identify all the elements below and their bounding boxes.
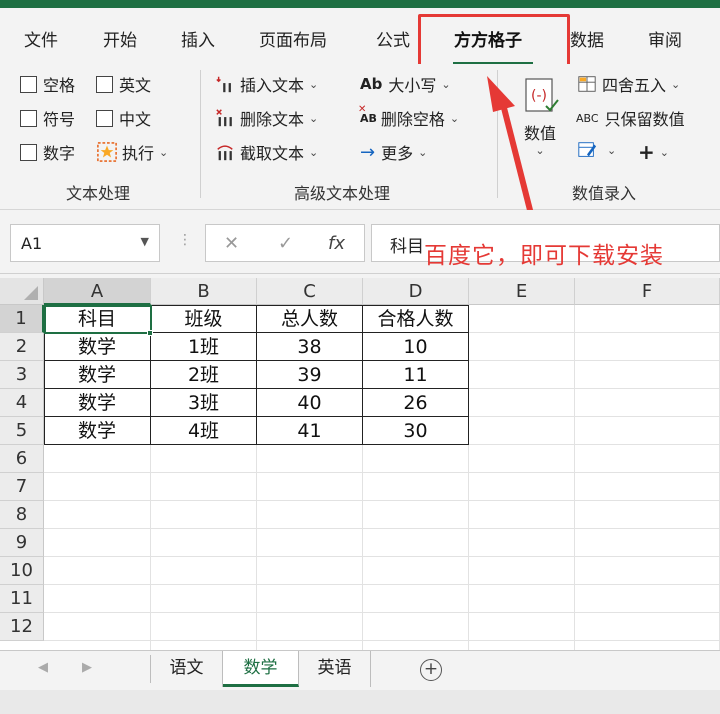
row-header[interactable]: 2 xyxy=(0,333,44,361)
drag-handle-icon: ⋮ xyxy=(178,232,192,248)
name-box[interactable]: A1 ▼ xyxy=(10,224,160,262)
sheet-tab-chinese[interactable]: 语文 xyxy=(151,651,223,687)
table-cell[interactable]: 3班 xyxy=(151,389,257,417)
column-header[interactable]: B xyxy=(151,278,257,305)
select-all-corner[interactable] xyxy=(0,278,44,305)
row-header[interactable]: 4 xyxy=(0,389,44,417)
cancel-icon[interactable]: ✕ xyxy=(224,233,239,254)
column-header[interactable]: A xyxy=(44,278,151,305)
column-header[interactable]: E xyxy=(469,278,575,305)
row-header[interactable]: 10 xyxy=(0,557,44,585)
add-sheet-icon[interactable]: + xyxy=(420,659,442,681)
gridline xyxy=(44,612,720,613)
table-cell[interactable]: 30 xyxy=(363,417,469,445)
row-header[interactable]: 9 xyxy=(0,529,44,557)
gridline xyxy=(574,305,575,650)
table-cell[interactable]: 4班 xyxy=(151,417,257,445)
table-cell[interactable]: 26 xyxy=(363,389,469,417)
row-header[interactable]: 1 xyxy=(0,305,44,333)
table-cell[interactable]: 数学 xyxy=(44,417,151,445)
table-cell[interactable]: 41 xyxy=(257,417,363,445)
status-bar xyxy=(0,690,720,714)
row-header[interactable]: 12 xyxy=(0,613,44,641)
sheet-tab-english[interactable]: 英语 xyxy=(299,651,371,687)
active-cell-outline xyxy=(44,305,152,334)
fill-handle[interactable] xyxy=(147,330,153,336)
header-cell[interactable]: 总人数 xyxy=(257,305,363,333)
column-header[interactable]: F xyxy=(575,278,720,305)
header-cell[interactable]: 班级 xyxy=(151,305,257,333)
next-sheet-icon[interactable]: ▶ xyxy=(82,660,92,675)
gridline xyxy=(44,472,720,473)
table-cell[interactable]: 2班 xyxy=(151,361,257,389)
table-cell[interactable]: 39 xyxy=(257,361,363,389)
formula-buttons: ✕ ✓ fx xyxy=(205,224,365,262)
column-header[interactable]: C xyxy=(257,278,363,305)
table-cell[interactable]: 38 xyxy=(257,333,363,361)
gridline xyxy=(44,584,720,585)
table-cell[interactable]: 11 xyxy=(363,361,469,389)
annotation-text: 百度它，即可下载安装 xyxy=(424,243,664,269)
row-header[interactable]: 11 xyxy=(0,585,44,613)
row-header[interactable]: 3 xyxy=(0,361,44,389)
table-cell[interactable]: 数学 xyxy=(44,361,151,389)
header-cell[interactable]: 合格人数 xyxy=(363,305,469,333)
row-header[interactable]: 7 xyxy=(0,473,44,501)
row-header[interactable]: 5 xyxy=(0,417,44,445)
enter-icon[interactable]: ✓ xyxy=(278,233,293,254)
table-cell[interactable]: 10 xyxy=(363,333,469,361)
sheet-tab-bar: ◀ ▶ 语文 数学 英语 + xyxy=(0,650,720,690)
function-icon[interactable]: fx xyxy=(328,233,345,254)
gridline xyxy=(44,500,720,501)
gridline xyxy=(44,528,720,529)
table-cell[interactable]: 数学 xyxy=(44,389,151,417)
select-all-icon xyxy=(24,286,38,300)
row-header[interactable]: 8 xyxy=(0,501,44,529)
sheet-tab-math[interactable]: 数学 xyxy=(223,651,299,687)
gridline xyxy=(44,640,720,641)
table-cell[interactable]: 40 xyxy=(257,389,363,417)
table-cell[interactable]: 数学 xyxy=(44,333,151,361)
prev-sheet-icon[interactable]: ◀ xyxy=(38,660,48,675)
row-header[interactable]: 6 xyxy=(0,445,44,473)
dropdown-arrow-icon: ▼ xyxy=(140,235,149,248)
table-cell[interactable]: 1班 xyxy=(151,333,257,361)
gridline xyxy=(44,556,720,557)
spreadsheet-grid[interactable]: A B C D E F 1 2 3 4 5 6 7 8 9 10 11 12 科目 班级 总人数 合格人数 数学 1班 38 10… xyxy=(0,278,720,650)
column-header[interactable]: D xyxy=(363,278,469,305)
